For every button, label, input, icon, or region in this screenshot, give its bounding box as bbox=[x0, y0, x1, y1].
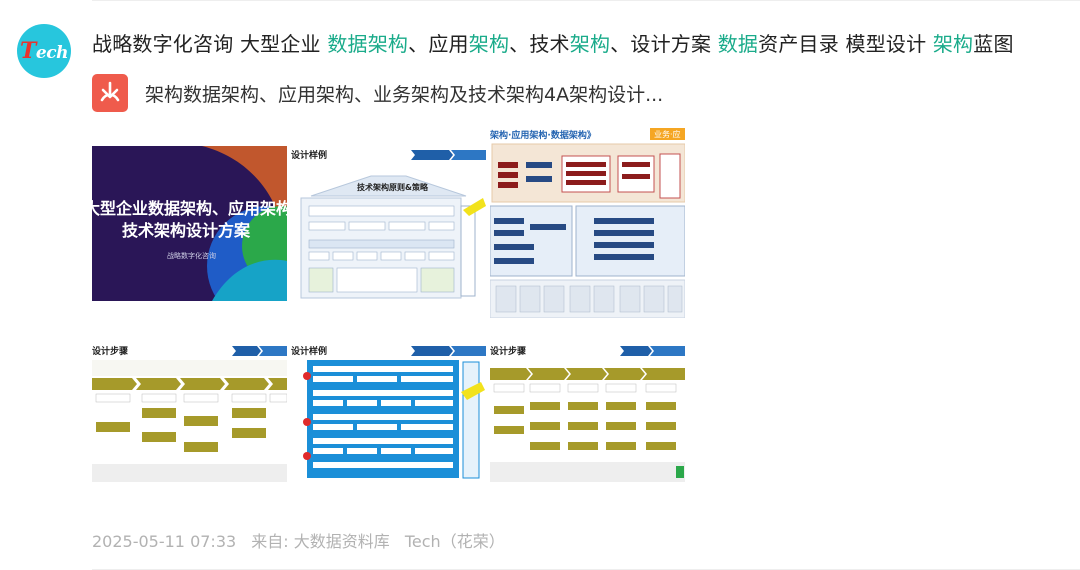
image-grid: 大型企业数据架构、应用架构 技术架构设计方案 战略数字化咨询 设计样例 技术架构… bbox=[92, 126, 686, 482]
post-title[interactable]: 战略数字化咨询 大型企业 数据架构、应用架构、技术架构、设计方案 数据资产目录 … bbox=[92, 28, 1014, 57]
sample2-heading: 设计样例 bbox=[291, 345, 327, 357]
avatar-logo: Tech bbox=[20, 38, 68, 64]
pdf-icon bbox=[92, 74, 128, 112]
cover-title-line1: 大型企业数据架构、应用架构 bbox=[92, 199, 287, 218]
title-keyword-highlight: 数据架构 bbox=[327, 32, 409, 56]
title-text: 、应用 bbox=[408, 32, 469, 56]
title-keyword-highlight: 架构 bbox=[468, 32, 510, 56]
overview-tag: 业务·应 bbox=[654, 129, 681, 139]
post-author[interactable]: Tech（花荣） bbox=[405, 532, 505, 551]
thumbnail-design-steps-2[interactable]: 设计步骤 bbox=[490, 342, 685, 482]
thumbnail-design-sample-1[interactable]: 设计样例 技术架构原则&策略 bbox=[291, 146, 486, 301]
design-sample-banner: 技术架构原则&策略 bbox=[357, 182, 429, 192]
avatar[interactable]: Tech bbox=[17, 24, 71, 78]
cover-title-line2: 技术架构设计方案 bbox=[122, 221, 251, 240]
title-text: 战略数字化咨询 大型企业 bbox=[92, 32, 328, 56]
post-source[interactable]: 来自: 大数据资料库 bbox=[251, 532, 389, 551]
title-text: 、设计方案 bbox=[610, 32, 718, 56]
cover-subtitle: 战略数字化咨询 bbox=[167, 251, 216, 260]
attachment-label: 架构数据架构、应用架构、业务架构及技术架构4A架构设计... bbox=[145, 83, 664, 106]
thumbnail-architecture-overview[interactable]: 架构·应用架构·数据架构》 业务·应 bbox=[490, 126, 685, 318]
attachment-row[interactable]: 架构数据架构、应用架构、业务架构及技术架构4A架构设计... bbox=[92, 73, 663, 113]
post-meta: 2025-05-11 07:33 来自: 大数据资料库 Tech（花荣） bbox=[92, 528, 515, 552]
title-text: 资产目录 模型设计 bbox=[758, 32, 933, 56]
steps1-heading: 设计步骤 bbox=[92, 345, 128, 357]
title-keyword-highlight: 数据 bbox=[717, 32, 759, 56]
design-sample-heading: 设计样例 bbox=[291, 149, 327, 161]
post-date: 2025-05-11 07:33 bbox=[92, 532, 237, 551]
thumbnail-design-steps-1[interactable]: 设计步骤 bbox=[92, 342, 287, 482]
title-keyword-highlight: 架构 bbox=[932, 32, 974, 56]
overview-heading: 架构·应用架构·数据架构》 bbox=[490, 129, 596, 141]
title-keyword-highlight: 架构 bbox=[569, 32, 611, 56]
title-text: 、技术 bbox=[509, 32, 570, 56]
thumbnail-cover[interactable]: 大型企业数据架构、应用架构 技术架构设计方案 战略数字化咨询 bbox=[92, 146, 287, 301]
top-divider bbox=[92, 0, 1080, 1]
title-text: 蓝图 bbox=[973, 32, 1014, 56]
steps2-heading: 设计步骤 bbox=[490, 345, 526, 357]
thumbnail-design-sample-2[interactable]: 设计样例 bbox=[291, 342, 486, 482]
